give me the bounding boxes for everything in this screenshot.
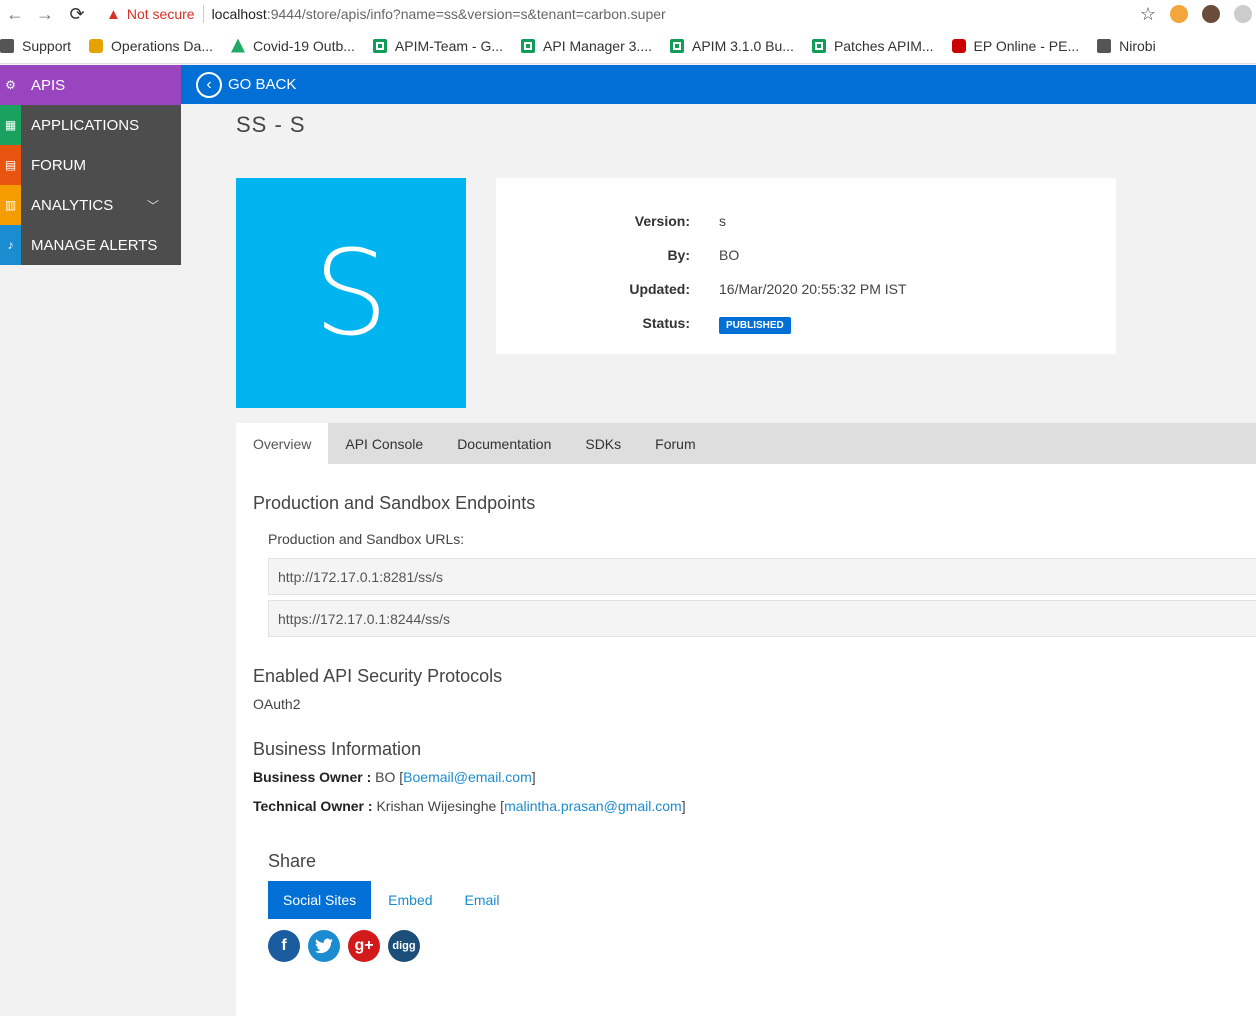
technical-owner-line: Technical Owner : Krishan Wijesinghe [ma… [253,798,686,814]
meta-label: Version: [634,213,690,229]
not-secure-label[interactable]: Not secure [127,6,195,22]
sidebar-item-label: ANALYTICS [31,196,114,214]
security-heading: Enabled API Security Protocols [253,666,503,686]
forum-icon: ▤ [0,145,21,185]
url-input[interactable]: localhost:9444/store/apis/info?name=ss&v… [212,6,666,22]
business-owner-email-link[interactable]: Boemail@email.com [403,769,532,785]
urls-label: Production and Sandbox URLs: [268,531,465,547]
folder-icon [0,38,14,53]
extension-icon[interactable] [1234,5,1252,23]
meta-row-version: Version: s [496,204,1116,238]
google-plus-icon[interactable]: g+ [348,930,380,962]
app-top-bar: ‹ GO BACK [181,65,1256,104]
bookmark-icon [951,38,966,53]
tab-documentation[interactable]: Documentation [440,423,568,464]
security-protocol: OAuth2 [253,696,301,712]
share-tab-email[interactable]: Email [450,881,515,919]
profile-extension-icon[interactable] [1202,5,1220,23]
meta-label: By: [667,247,690,263]
bookmark-ep-online[interactable]: EP Online - PE... [951,38,1079,54]
twitter-bird-icon [315,938,333,954]
business-owner-name: BO [375,769,396,785]
sidebar-item-label: APPLICATIONS [31,116,140,134]
sidebar-item-label: FORUM [31,156,86,174]
sidebar-item-label: APIS [31,76,66,94]
go-back-button[interactable]: ‹ GO BACK [196,71,297,98]
technical-owner-name: Krishan Wijesinghe [376,798,497,814]
sidebar-item-label: MANAGE ALERTS [31,236,158,254]
warning-icon: ▲ [106,5,121,23]
twitter-icon[interactable] [308,930,340,962]
meta-label: Updated: [629,281,690,297]
share-heading: Share [268,851,317,871]
meta-row-by: By: BO [496,238,1116,272]
bookmark-star-icon[interactable]: ☆ [1140,4,1156,25]
browser-address-bar: ← → ⟳ ▲ Not secure localhost:9444/store/… [0,0,1256,28]
back-arrow-icon[interactable]: ← [0,0,30,28]
bell-icon: ♪ [0,225,21,265]
bookmark-patches[interactable]: Patches APIM... [811,38,934,54]
api-meta-card: Version: s By: BO Updated: 16/Mar/2020 2… [496,178,1116,354]
tab-sdks[interactable]: SDKs [568,423,638,464]
sidebar-item-applications[interactable]: ▦ APPLICATIONS [0,105,181,145]
go-back-label: GO BACK [228,76,297,93]
status-badge: PUBLISHED [719,317,791,334]
bookmark-apim-team[interactable]: APIM-Team - G... [372,38,503,54]
share-tab-social-sites[interactable]: Social Sites [268,881,372,919]
production-url-field[interactable]: http://172.17.0.1:8281/ss/s [268,558,1256,595]
share-tab-embed[interactable]: Embed [373,881,447,919]
reload-icon[interactable]: ⟳ [62,0,92,28]
business-owner-line: Business Owner : BO [Boemail@email.com] [253,769,536,785]
tab-api-console[interactable]: API Console [328,423,440,464]
sidebar-item-analytics[interactable]: ▥ ANALYTICS ﹀ [0,185,181,225]
business-heading: Business Information [253,739,422,759]
bookmark-support[interactable]: Support [0,38,71,54]
applications-icon: ▦ [0,105,21,145]
technical-owner-email-link[interactable]: malintha.prasan@gmail.com [504,798,682,814]
api-gear-icon: ⚙ [0,65,21,105]
business-owner-label: Business Owner : [253,769,372,785]
meta-value: s [719,213,726,229]
meta-row-status: Status: PUBLISHED [496,306,1116,340]
sheets-icon [521,38,536,53]
tab-forum[interactable]: Forum [638,423,712,464]
facebook-icon[interactable]: f [268,930,300,962]
cookie-extension-icon[interactable] [1170,5,1188,23]
sheets-icon [372,38,387,53]
sandbox-url-field[interactable]: https://172.17.0.1:8244/ss/s [268,600,1256,637]
chevron-down-icon[interactable]: ﹀ [147,197,159,214]
forward-arrow-icon[interactable]: → [30,0,60,28]
bookmark-nirobi[interactable]: Nirobi [1097,38,1156,54]
bookmark-icon [89,38,104,53]
bookmark-icon [230,38,245,53]
bookmarks-bar: Support Operations Da... Covid-19 Outb..… [0,28,1256,64]
api-thumbnail: S [236,178,466,408]
bookmark-apim-310[interactable]: APIM 3.1.0 Bu... [670,38,794,54]
meta-value: 16/Mar/2020 20:55:32 PM IST [719,281,907,297]
meta-label: Status: [642,315,690,331]
meta-value: BO [719,247,740,263]
digg-icon[interactable]: digg [388,930,420,962]
bookmark-operations[interactable]: Operations Da... [89,38,213,54]
analytics-icon: ▥ [0,185,21,225]
page-title: SS - S [236,112,306,137]
tab-overview[interactable]: Overview [236,423,329,464]
chevron-left-icon: ‹ [196,71,222,98]
bookmark-api-manager[interactable]: API Manager 3.... [521,38,652,54]
sidebar-item-forum[interactable]: ▤ FORUM [0,145,181,185]
technical-owner-label: Technical Owner : [253,798,373,814]
bookmark-covid[interactable]: Covid-19 Outb... [230,38,355,54]
sheets-icon [670,38,684,53]
meta-row-updated: Updated: 16/Mar/2020 20:55:32 PM IST [496,272,1116,306]
divider [202,5,204,23]
sidebar-item-manage-alerts[interactable]: ♪ MANAGE ALERTS [0,225,181,265]
sheets-icon [811,38,826,53]
api-tabs: Overview API Console Documentation SDKs … [236,423,1256,464]
share-tabs: Social Sites Embed Email [268,881,517,919]
social-buttons: f g+ digg [268,930,420,962]
folder-icon [1097,38,1112,53]
sidebar-item-apis[interactable]: ⚙ APIS [0,65,181,105]
side-navigation: ⚙ APIS ▦ APPLICATIONS ▤ FORUM ▥ ANALYTIC… [0,65,181,265]
endpoints-heading: Production and Sandbox Endpoints [253,493,536,513]
